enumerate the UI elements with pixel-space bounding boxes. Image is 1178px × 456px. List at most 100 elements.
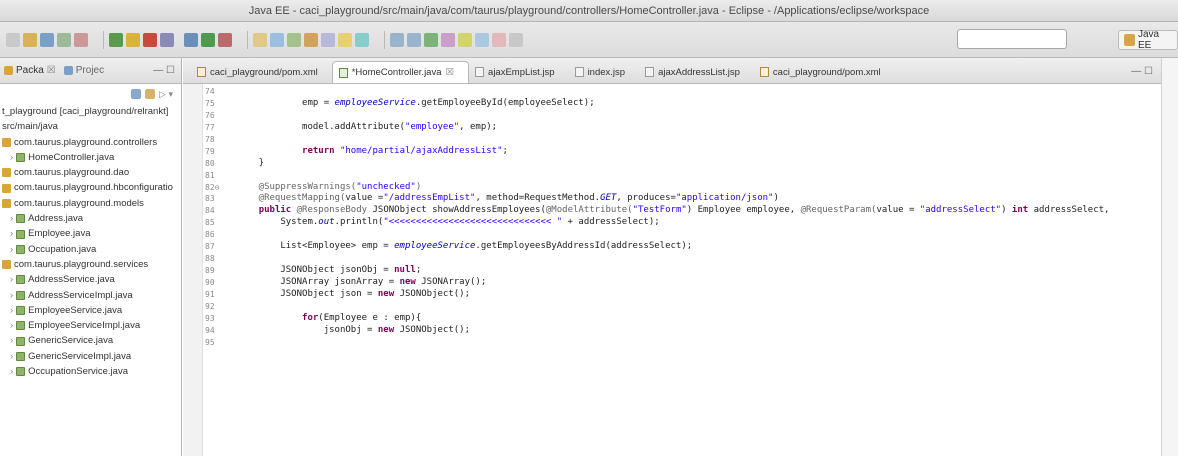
quick-access-input[interactable]: [957, 29, 1067, 49]
editor-tab[interactable]: ajaxAddressList.jsp: [639, 61, 754, 83]
tree-item[interactable]: › Employee.java: [0, 226, 181, 241]
editor-tab[interactable]: caci_playground/pom.xml: [754, 61, 895, 83]
window-icon[interactable]: [475, 32, 489, 47]
tree-item-label: com.taurus.playground.controllers: [14, 136, 158, 148]
tree-item[interactable]: › HomeController.java: [0, 150, 181, 165]
tree-item[interactable]: › EmployeeServiceImpl.java: [0, 318, 181, 333]
forward-icon[interactable]: [407, 32, 421, 47]
code-line[interactable]: jsonObj = new JSONObject();: [237, 325, 1161, 337]
code-line[interactable]: }: [237, 158, 1161, 170]
tree-item[interactable]: t_playground [caci_playground/relrankt]: [0, 104, 181, 119]
tree-item[interactable]: src/main/java: [0, 119, 181, 134]
code-line[interactable]: [237, 110, 1161, 122]
tree-item-label: Address.java: [28, 213, 84, 225]
disconnect-icon[interactable]: [160, 32, 174, 47]
tree-item[interactable]: › EmployeeService.java: [0, 303, 181, 318]
code-line[interactable]: @RequestMapping(value ="/addressEmpList"…: [237, 193, 1161, 205]
code-text[interactable]: emp = employeeService.getEmployeeById(em…: [237, 86, 1161, 349]
tree-item[interactable]: com.taurus.playground.controllers: [0, 135, 181, 150]
expand-chevron-icon[interactable]: ›: [10, 288, 13, 303]
tree-item[interactable]: › OccupationService.java: [0, 364, 181, 379]
tree-item[interactable]: com.taurus.playground.models: [0, 196, 181, 211]
tree-item[interactable]: › GenericServiceImpl.java: [0, 349, 181, 364]
open-icon[interactable]: [23, 32, 37, 47]
external-tools-icon[interactable]: [218, 32, 232, 47]
code-line[interactable]: [237, 170, 1161, 182]
code-editor[interactable]: 74 75 76 77 78 79 80 81 82⊖ 83 84 85 86 87 88 89 90 91 92 9…: [183, 84, 1161, 456]
link-with-editor-icon[interactable]: [145, 89, 156, 99]
tree-item[interactable]: com.taurus.playground.hbconfiguratio: [0, 180, 181, 195]
expand-chevron-icon[interactable]: ›: [10, 272, 13, 287]
more-icon[interactable]: [509, 32, 523, 47]
expand-chevron-icon[interactable]: ›: [10, 333, 13, 348]
new-class-icon[interactable]: [287, 32, 301, 47]
expand-chevron-icon[interactable]: ›: [10, 349, 13, 364]
tab-project-explorer[interactable]: Projec: [63, 65, 104, 76]
stop-icon[interactable]: [143, 32, 157, 47]
code-line[interactable]: [237, 229, 1161, 241]
expand-chevron-icon[interactable]: ›: [10, 318, 13, 333]
code-line[interactable]: JSONArray jsonArray = new JSONArray();: [237, 277, 1161, 289]
perspective-switcher[interactable]: Java EE: [1118, 29, 1178, 51]
code-line[interactable]: emp = employeeService.getEmployeeById(em…: [237, 98, 1161, 110]
tree-item[interactable]: com.taurus.playground.dao: [0, 165, 181, 180]
server-icon[interactable]: [74, 32, 88, 47]
print-icon[interactable]: [57, 32, 71, 47]
pause-icon[interactable]: [126, 32, 140, 47]
editor-tab[interactable]: *HomeController.java ☒: [331, 61, 470, 83]
expand-chevron-icon[interactable]: ›: [10, 226, 13, 241]
expand-chevron-icon[interactable]: ›: [10, 303, 13, 318]
expand-chevron-icon[interactable]: ›: [10, 211, 13, 226]
expand-chevron-icon[interactable]: ›: [10, 364, 13, 379]
tree-item[interactable]: › AddressService.java: [0, 272, 181, 287]
tree-item[interactable]: › Occupation.java: [0, 242, 181, 257]
annotation-icon[interactable]: [338, 32, 352, 47]
code-line[interactable]: for(Employee e : emp){: [237, 313, 1161, 325]
search-icon[interactable]: [321, 32, 335, 47]
tree-item[interactable]: › AddressServiceImpl.java: [0, 288, 181, 303]
tab-package-explorer[interactable]: Packa ☒: [4, 65, 56, 76]
close-icon[interactable]: ☒: [47, 65, 56, 76]
add-icon[interactable]: [424, 32, 438, 47]
minimize-maximize-icon[interactable]: — ☐: [153, 65, 175, 76]
new-package-icon[interactable]: [270, 32, 284, 47]
code-line[interactable]: return "home/partial/ajaxAddressList";: [237, 146, 1161, 158]
editor-tab[interactable]: index.jsp: [569, 61, 640, 83]
close-tab-icon[interactable]: ☒: [446, 67, 455, 78]
code-line[interactable]: JSONObject json = new JSONObject();: [237, 289, 1161, 301]
collapse-all-icon[interactable]: [131, 89, 142, 99]
code-line[interactable]: [237, 253, 1161, 265]
code-line[interactable]: System.out.println("<<<<<<<<<<<<<<<<<<<<…: [237, 217, 1161, 229]
code-line[interactable]: [237, 134, 1161, 146]
back-icon[interactable]: [390, 32, 404, 47]
run-as-icon[interactable]: [201, 32, 215, 47]
debug-icon[interactable]: [184, 32, 198, 47]
expand-chevron-icon[interactable]: ›: [10, 150, 13, 165]
expand-chevron-icon[interactable]: ›: [10, 242, 13, 257]
code-line[interactable]: JSONObject jsonObj = null;: [237, 265, 1161, 277]
new-file-icon[interactable]: [6, 32, 20, 47]
tree-item[interactable]: com.taurus.playground.services: [0, 257, 181, 272]
code-line[interactable]: @SuppressWarnings("unchecked"): [237, 182, 1161, 194]
editor-tab[interactable]: ajaxEmpList.jsp: [469, 61, 569, 83]
code-line[interactable]: public @ResponseBody JSONObject showAddr…: [237, 205, 1161, 217]
run-icon[interactable]: [109, 32, 123, 47]
editor-minimize-maximize-icon[interactable]: — ☐: [1131, 66, 1153, 77]
code-line[interactable]: model.addAttribute("employee", emp);: [237, 122, 1161, 134]
view-menu-icon[interactable]: ▷ ▾: [159, 89, 173, 100]
code-line[interactable]: [237, 86, 1161, 98]
open-type-icon[interactable]: [304, 32, 318, 47]
tree-item[interactable]: › Address.java: [0, 211, 181, 226]
save-icon[interactable]: [40, 32, 54, 47]
code-line[interactable]: [237, 337, 1161, 349]
task-icon[interactable]: [458, 32, 472, 47]
next-annotation-icon[interactable]: [355, 32, 369, 47]
vertical-scrollbar[interactable]: [1161, 58, 1178, 456]
new-java-project-icon[interactable]: [253, 32, 267, 47]
code-line[interactable]: [237, 301, 1161, 313]
link-icon[interactable]: [441, 32, 455, 47]
editor-tab[interactable]: caci_playground/pom.xml: [191, 61, 332, 83]
tree-item[interactable]: › GenericService.java: [0, 333, 181, 348]
code-line[interactable]: List<Employee> emp = employeeService.get…: [237, 241, 1161, 253]
sync-icon[interactable]: [492, 32, 506, 47]
